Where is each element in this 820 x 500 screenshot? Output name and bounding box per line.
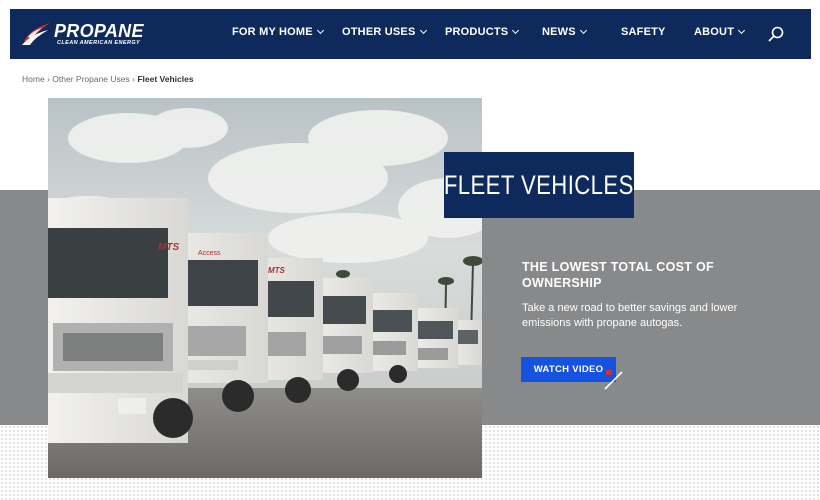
- hero-image-fleet-buses: MTS MTS Access: [48, 98, 482, 478]
- nav-item-label: ABOUT: [694, 26, 735, 38]
- nav-item-products[interactable]: PRODUCTS: [445, 26, 520, 38]
- propane-logo[interactable]: PROPANE CLEAN AMERICAN ENERGY: [20, 19, 143, 51]
- nav-item-label: OTHER USES: [342, 26, 416, 38]
- breadcrumb-separator: ›: [47, 74, 50, 84]
- watch-video-button[interactable]: WATCH VIDEO: [521, 357, 616, 382]
- breadcrumb-separator: ›: [132, 74, 135, 84]
- page: PROPANE CLEAN AMERICAN ENERGY FOR MY HOM…: [0, 0, 820, 500]
- bus-mts-label: MTS: [268, 266, 286, 275]
- nav-item-news[interactable]: NEWS: [542, 26, 587, 38]
- top-navigation: PROPANE CLEAN AMERICAN ENERGY FOR MY HOM…: [10, 9, 811, 59]
- breadcrumb-home-link[interactable]: Home: [22, 74, 45, 84]
- chevron-down-icon: [316, 26, 324, 35]
- logo-tagline: CLEAN AMERICAN ENERGY: [57, 40, 141, 46]
- nav-item-label: PRODUCTS: [445, 26, 509, 38]
- flame-flag-icon: [22, 23, 50, 45]
- chevron-down-icon: [512, 26, 520, 35]
- hero-headline: THE LOWEST TOTAL COST OF OWNERSHIP: [522, 260, 714, 290]
- bus-access-label: Access: [198, 250, 221, 257]
- page-title-box: FLEET VEHICLES: [444, 152, 634, 218]
- search-icon[interactable]: [767, 25, 785, 43]
- nav-item-label: FOR MY HOME: [232, 26, 313, 38]
- breadcrumb-other-uses-link[interactable]: Other Propane Uses: [52, 74, 129, 84]
- bus-mts-label: MTS: [158, 242, 179, 253]
- page-title: FLEET VEHICLES: [444, 169, 634, 200]
- slash-accent-icon: [604, 370, 623, 390]
- chevron-down-icon: [579, 26, 587, 35]
- nav-item-other-uses[interactable]: OTHER USES: [342, 26, 427, 38]
- chevron-down-icon: [738, 26, 746, 35]
- watch-video-label: WATCH VIDEO: [533, 364, 604, 375]
- nav-item-label: SAFETY: [621, 26, 666, 38]
- hero-subtext: Take a new road to better savings and lo…: [522, 302, 738, 329]
- logo-wordmark: PROPANE: [54, 21, 144, 41]
- nav-item-safety[interactable]: SAFETY: [621, 26, 666, 38]
- nav-item-label: NEWS: [542, 26, 576, 38]
- breadcrumb: Home › Other Propane Uses › Fleet Vehicl…: [22, 74, 194, 84]
- nav-item-for-my-home[interactable]: FOR MY HOME: [232, 26, 324, 38]
- nav-item-about[interactable]: ABOUT: [694, 26, 746, 38]
- chevron-down-icon: [419, 26, 427, 35]
- breadcrumb-current: Fleet Vehicles: [137, 74, 194, 84]
